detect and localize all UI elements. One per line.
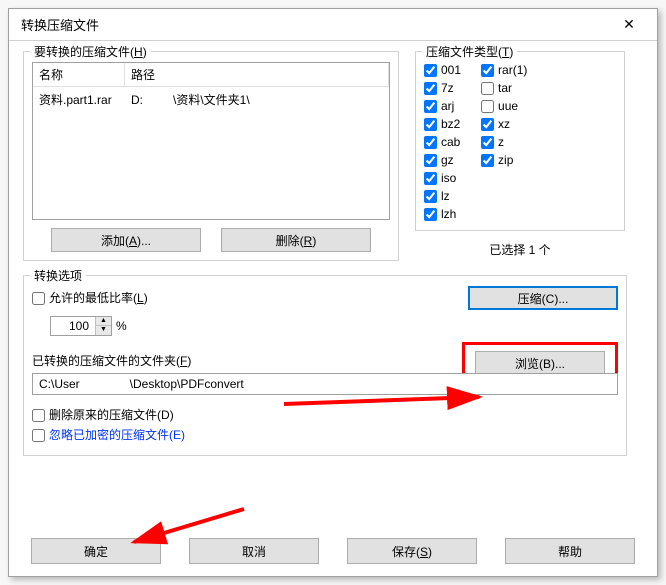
types-group-legend: 压缩文件类型(T)	[422, 43, 517, 60]
type-iso[interactable]: iso	[424, 170, 461, 186]
type-7z[interactable]: 7z	[424, 80, 461, 96]
type-bz2[interactable]: bz2	[424, 116, 461, 132]
col-name-header[interactable]: 名称	[33, 63, 125, 86]
folder-path-input[interactable]	[32, 373, 618, 395]
type-xz[interactable]: xz	[481, 116, 527, 132]
type-tar[interactable]: tar	[481, 80, 527, 96]
type-arj[interactable]: arj	[424, 98, 461, 114]
files-list[interactable]: 名称 路径 资料.part1.rar D:\资料\文件夹1\	[32, 62, 390, 220]
ok-button[interactable]: 确定	[31, 538, 161, 564]
dialog-title: 转换压缩文件	[21, 15, 609, 34]
cancel-button[interactable]: 取消	[189, 538, 319, 564]
percent-label: %	[116, 319, 127, 333]
type-rar[interactable]: rar(1)	[481, 62, 527, 78]
options-group: 转换选项 允许的最低比率(L) 压缩(C)... 100 ▲	[23, 275, 627, 456]
delete-button[interactable]: 删除(R)	[221, 228, 371, 252]
titlebar: 转换压缩文件 ✕	[9, 9, 657, 41]
files-list-row[interactable]: 资料.part1.rar D:\资料\文件夹1\	[33, 87, 389, 112]
type-lzh[interactable]: lzh	[424, 206, 461, 222]
type-001[interactable]: 001	[424, 62, 461, 78]
ratio-value[interactable]: 100	[51, 319, 95, 333]
type-lz[interactable]: lz	[424, 188, 461, 204]
file-path-cell: D:\资料\文件夹1\	[125, 89, 389, 110]
files-group: 要转换的压缩文件(H) 名称 路径 资料.part1.rar D:\资料\文件夹…	[23, 51, 399, 261]
save-button[interactable]: 保存(S)	[347, 538, 477, 564]
redacted	[143, 95, 173, 106]
help-button[interactable]: 帮助	[505, 538, 635, 564]
close-button[interactable]: ✕	[609, 13, 649, 37]
delete-original-checkbox[interactable]: 删除原来的压缩文件(D)	[32, 407, 618, 423]
spinner-up[interactable]: ▲	[96, 317, 111, 326]
skip-encrypted-checkbox[interactable]: 忽略已加密的压缩文件(E)	[32, 427, 618, 443]
browse-button[interactable]: 浏览(B)...	[475, 351, 605, 375]
options-group-legend: 转换选项	[30, 267, 86, 284]
type-z[interactable]: z	[481, 134, 527, 150]
types-col-right: rar(1) tar uue xz z zip	[481, 62, 527, 222]
type-zip[interactable]: zip	[481, 152, 527, 168]
spinner-buttons[interactable]: ▲ ▼	[95, 317, 111, 335]
col-path-header[interactable]: 路径	[125, 63, 389, 86]
convert-archives-dialog: 转换压缩文件 ✕ 要转换的压缩文件(H) 名称 路径 资料.part1.rar	[8, 8, 658, 577]
ratio-spinner[interactable]: 100 ▲ ▼	[50, 316, 112, 336]
files-group-legend: 要转换的压缩文件(H)	[30, 43, 151, 60]
types-group: 压缩文件类型(T) 001 7z arj bz2 cab gz iso lz	[415, 51, 625, 231]
min-ratio-checkbox[interactable]: 允许的最低比率(L)	[32, 290, 148, 306]
dialog-buttons: 确定 取消 保存(S) 帮助	[23, 538, 643, 564]
spinner-down[interactable]: ▼	[96, 326, 111, 335]
type-cab[interactable]: cab	[424, 134, 461, 150]
file-name-cell: 资料.part1.rar	[33, 89, 125, 110]
type-uue[interactable]: uue	[481, 98, 527, 114]
add-button[interactable]: 添加(A)...	[51, 228, 201, 252]
compression-button[interactable]: 压缩(C)...	[468, 286, 618, 310]
types-col-left: 001 7z arj bz2 cab gz iso lz lzh	[424, 62, 461, 222]
type-gz[interactable]: gz	[424, 152, 461, 168]
selected-count: 已选择 1 个	[415, 241, 625, 258]
close-icon: ✕	[623, 16, 635, 33]
files-list-header: 名称 路径	[33, 63, 389, 87]
